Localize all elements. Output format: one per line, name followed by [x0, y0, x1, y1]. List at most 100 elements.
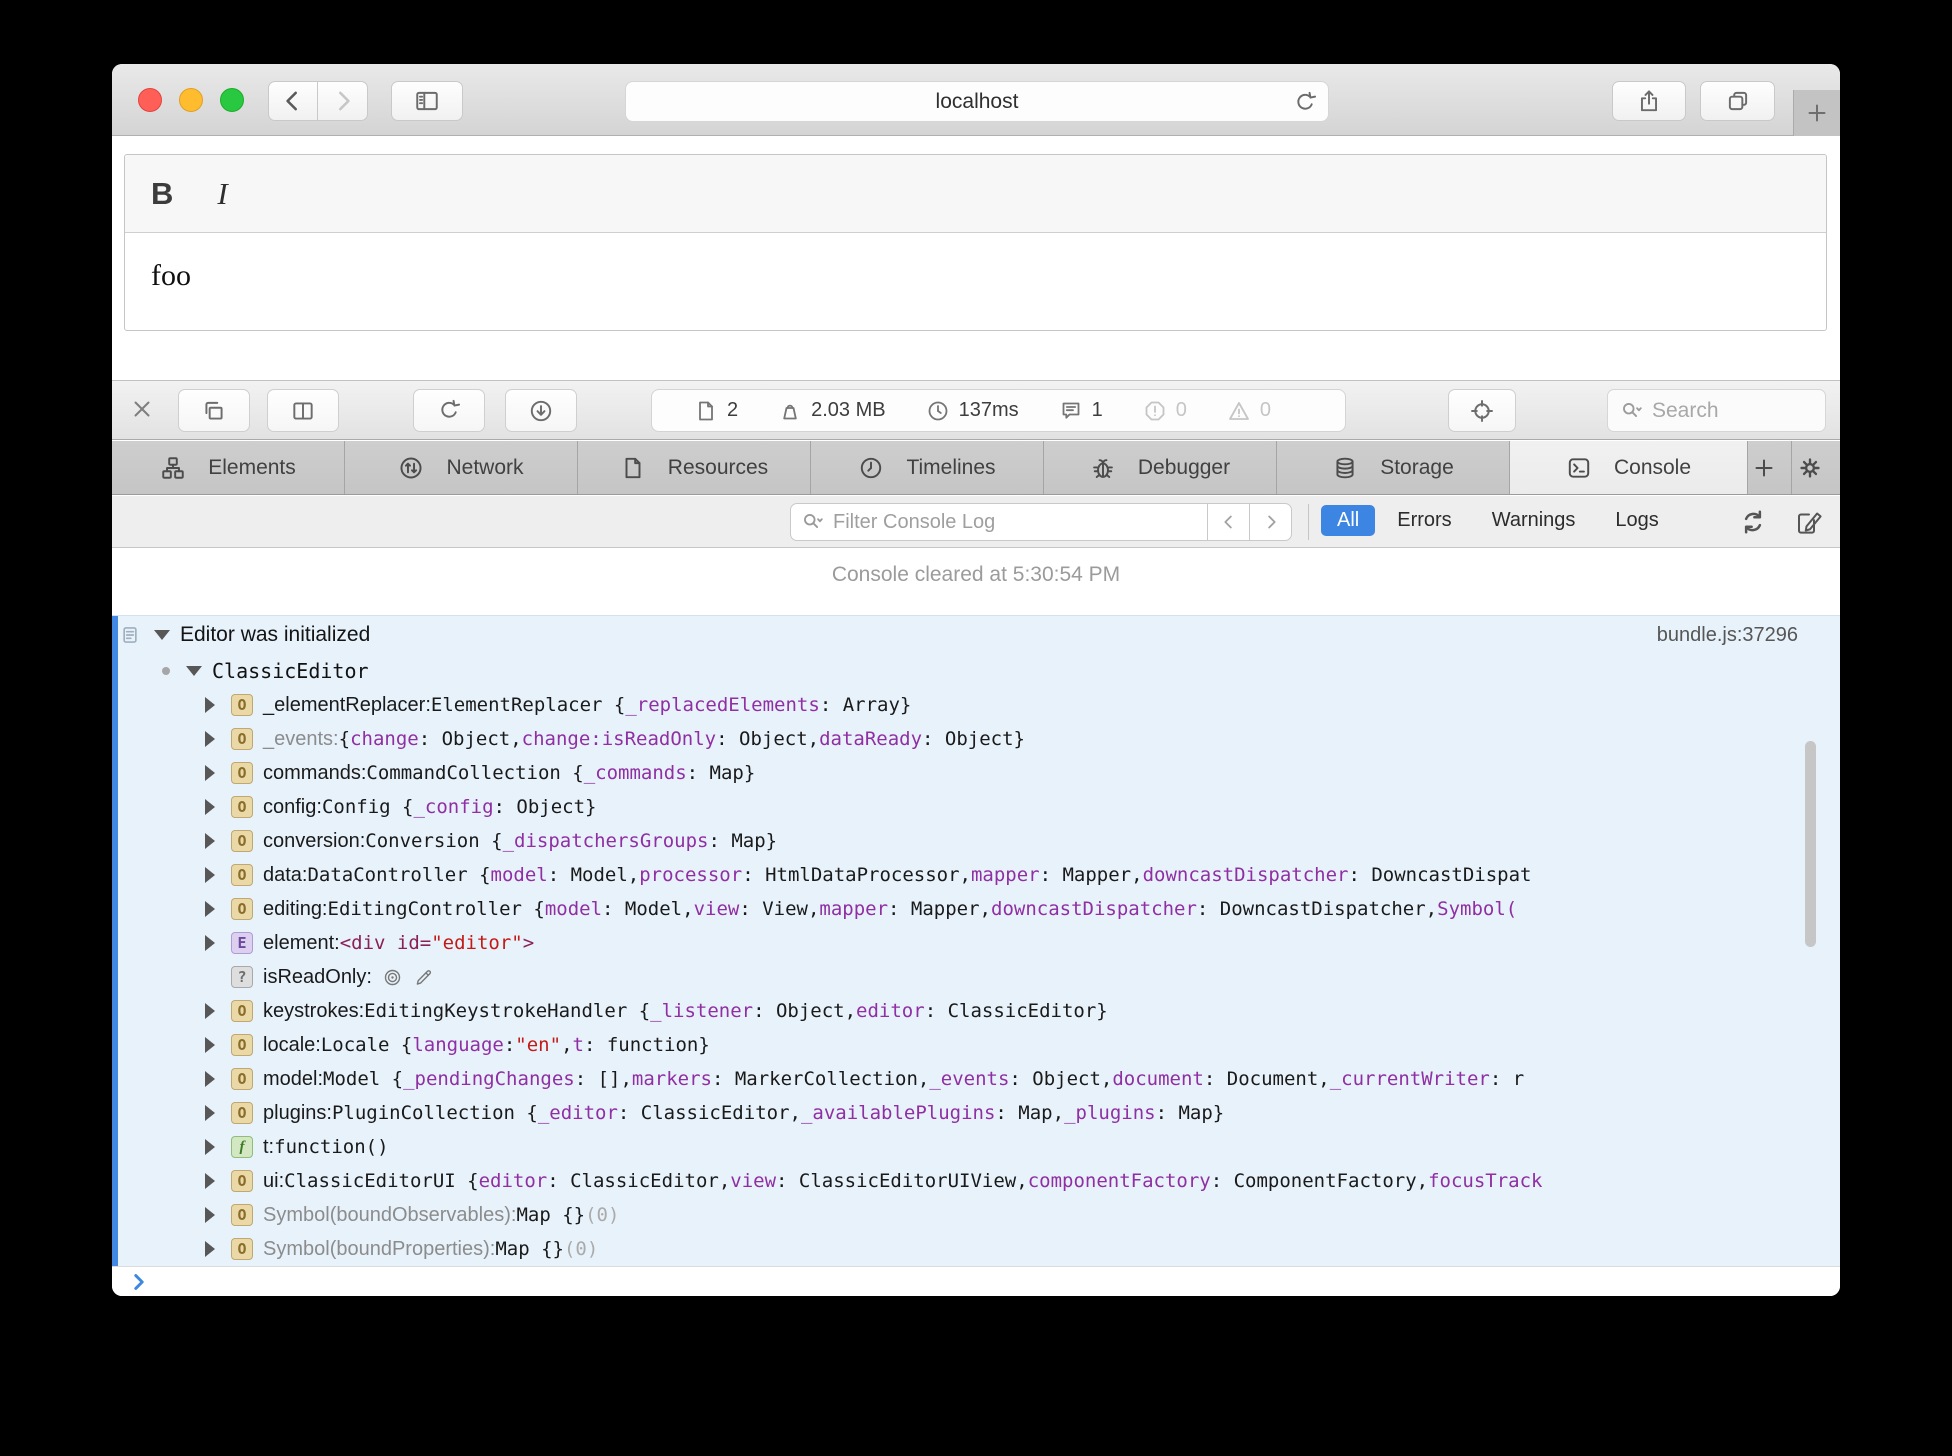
timelines-icon [858, 455, 895, 481]
pencil-icon[interactable] [413, 967, 434, 988]
token: : DowncastDispatcher, [1196, 898, 1438, 920]
tab-console[interactable]: Console [1510, 441, 1748, 494]
reload-icon[interactable] [1292, 90, 1318, 116]
token: : Object} [922, 728, 1025, 750]
expand-caret[interactable] [205, 1105, 231, 1121]
token: conversion: [263, 829, 366, 852]
type-badge: E [231, 932, 253, 954]
expand-caret[interactable] [205, 799, 231, 815]
settings-button[interactable] [1792, 441, 1839, 494]
back-button[interactable] [268, 81, 318, 121]
expand-caret[interactable] [205, 1003, 231, 1019]
token: _elementReplacer: [263, 693, 431, 716]
expand-caret[interactable] [205, 1207, 231, 1223]
expand-caret[interactable] [205, 1241, 231, 1257]
expand-caret[interactable] [205, 1071, 231, 1087]
collapse-caret[interactable] [154, 630, 180, 640]
detach-inspector-button[interactable] [178, 389, 250, 432]
token: processor [639, 864, 743, 886]
add-panel-button[interactable] [1748, 441, 1792, 494]
element-picker-button[interactable] [1448, 389, 1516, 432]
address-bar[interactable]: localhost [625, 81, 1329, 122]
expand-caret[interactable] [205, 1173, 231, 1189]
token: : [503, 1034, 516, 1056]
expand-caret[interactable] [205, 867, 231, 883]
expand-caret[interactable] [205, 697, 231, 713]
tab-elements[interactable]: Elements [112, 441, 345, 494]
eye-icon[interactable] [382, 967, 403, 988]
search-icon [1620, 399, 1644, 423]
scope-warnings[interactable]: Warnings [1492, 505, 1576, 536]
console-prompt[interactable] [112, 1266, 1840, 1296]
token: Symbol(boundProperties): [263, 1237, 496, 1260]
filter-console-input[interactable]: Filter Console Log [790, 503, 1292, 541]
token: editor [856, 1000, 925, 1022]
share-button[interactable] [1612, 81, 1686, 121]
token: : Document, [1203, 1068, 1330, 1090]
next-result-button[interactable] [1249, 504, 1291, 540]
tab-network[interactable]: Network [345, 441, 578, 494]
console-edit-button[interactable] [1794, 507, 1824, 537]
scope-all[interactable]: All [1321, 505, 1376, 536]
scope-errors[interactable]: Errors [1397, 505, 1451, 536]
close-inspector-button[interactable] [130, 397, 154, 421]
editor-content-area[interactable]: foo [125, 233, 1826, 330]
token: data: [263, 863, 308, 886]
type-badge: O [231, 1000, 253, 1022]
token: <div id= [339, 932, 432, 954]
token: : Map} [1155, 1102, 1225, 1124]
token: Symbol(boundObservables): [263, 1203, 517, 1226]
reload-page-button[interactable] [413, 389, 485, 432]
tab-overview-button[interactable] [1700, 81, 1775, 121]
token: Map {} [495, 1238, 564, 1260]
minimize-window-button[interactable] [179, 88, 203, 112]
console-tree-row: ? isReadOnly: [112, 960, 1840, 994]
dock-side-button[interactable] [267, 389, 339, 432]
url-text: localhost [935, 89, 1019, 113]
expand-caret[interactable] [205, 833, 231, 849]
type-badge: O [231, 898, 253, 920]
expand-caret[interactable] [205, 731, 231, 747]
message-icon [1059, 399, 1083, 423]
detach-icon [201, 398, 227, 424]
expand-caret[interactable] [205, 1037, 231, 1053]
type-badge: O [231, 1068, 253, 1090]
scrollbar-thumb[interactable] [1805, 741, 1816, 947]
type-badge: O [231, 728, 253, 750]
console-tree-row: O _events: {change: Object, change:isRead… [112, 722, 1840, 756]
console-tree-row: Okeystrokes: EditingKeystrokeHandler {_l… [112, 994, 1840, 1028]
download-page-button[interactable] [505, 389, 577, 432]
editor-text: foo [151, 259, 191, 292]
token: componentFactory [1027, 1170, 1211, 1192]
bold-button[interactable]: B [151, 176, 173, 212]
tab-timelines[interactable]: Timelines [811, 441, 1044, 494]
scope-logs[interactable]: Logs [1615, 505, 1658, 536]
close-window-button[interactable] [138, 88, 162, 112]
tab-debugger[interactable]: Debugger [1044, 441, 1277, 494]
expand-caret[interactable] [205, 765, 231, 781]
zoom-window-button[interactable] [220, 88, 244, 112]
token: isReadOnly: [263, 965, 372, 988]
expand-caret[interactable] [205, 935, 231, 951]
console-tree-row: Ocommands: CommandCollection {_commands:… [112, 756, 1840, 790]
inspector-search-input[interactable]: Search [1607, 389, 1826, 432]
forward-button[interactable] [318, 81, 368, 121]
token: _commands [583, 762, 687, 784]
tab-storage[interactable]: Storage [1277, 441, 1510, 494]
previous-result-button[interactable] [1207, 504, 1249, 540]
tab-resources[interactable]: Resources [578, 441, 811, 494]
token: (0) [585, 1204, 620, 1226]
log-source-link[interactable]: bundle.js:37296 [1657, 624, 1840, 647]
token: : Map, [995, 1102, 1065, 1124]
new-tab-button[interactable] [1793, 90, 1840, 136]
expand-caret[interactable] [205, 901, 231, 917]
collapse-caret[interactable] [186, 666, 212, 676]
preserve-log-button[interactable] [1738, 507, 1768, 537]
expand-caret[interactable] [205, 1139, 231, 1155]
error-stat: 0 [1143, 399, 1187, 423]
type-badge: O [231, 830, 253, 852]
debugger-icon [1090, 455, 1127, 481]
token: view [730, 1170, 777, 1192]
sidebar-toggle-button[interactable] [391, 81, 463, 121]
italic-button[interactable]: I [217, 176, 227, 212]
